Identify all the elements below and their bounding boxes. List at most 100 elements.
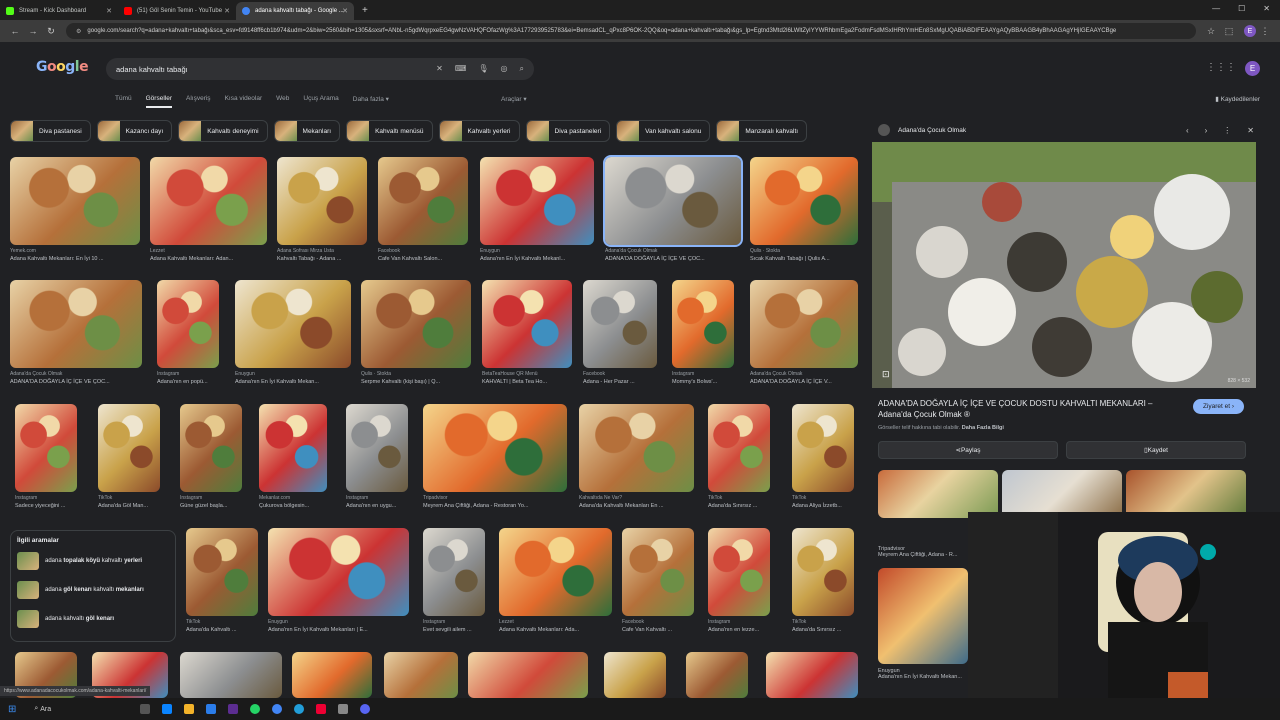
task-view-icon[interactable]	[140, 704, 151, 714]
result-image[interactable]	[792, 528, 854, 616]
extensions-icon[interactable]: ⬚	[1220, 26, 1238, 37]
related-search-item[interactable]: adana topalak köyü kahvaltı yerleri	[17, 552, 169, 570]
chip[interactable]: Van kahvaltı salonu	[616, 120, 711, 142]
result-image[interactable]	[622, 528, 694, 616]
result-caption[interactable]: Instagram Evet sevgili ailem ...	[423, 619, 503, 633]
tab-shopping[interactable]: Alışveriş	[186, 95, 211, 108]
result-caption[interactable]: Adana'da Çocuk Olmak ADANA'DA DOĞAYLA İÇ …	[605, 248, 741, 262]
result-image[interactable]	[750, 157, 858, 245]
similar-caption[interactable]: Tripadvisor Meyrem Ana Çiftliği, Adana - …	[878, 546, 957, 558]
result-image[interactable]	[10, 157, 140, 245]
account-avatar[interactable]: E	[1245, 61, 1260, 76]
url-field[interactable]: ⚙ google.com/search?q=adana+kahvaltı+tab…	[66, 23, 1196, 39]
whatsapp-icon[interactable]	[250, 704, 261, 714]
visit-button[interactable]: Ziyaret et ›	[1192, 399, 1244, 414]
browser-tab-kick[interactable]: Stream - Kick Dashboard ✕	[0, 2, 118, 20]
result-image[interactable]	[378, 157, 468, 245]
browser-tab-google[interactable]: adana kahvaltı tabağı - Google ... ✕	[236, 2, 354, 20]
search-input[interactable]: adana kahvaltı tabağı ✕ ⌨ 🎙 ◎ ⌕	[106, 58, 534, 80]
maximize-icon[interactable]: ☐	[1238, 4, 1245, 13]
result-image[interactable]	[423, 404, 567, 492]
result-caption[interactable]: Enuygun Adana'nın En İyi Kahvaltı Mekanl.…	[480, 248, 594, 262]
result-caption[interactable]: Yemek.com Adana Kahvaltı Mekanları: En İy…	[10, 248, 140, 262]
result-image[interactable]	[423, 528, 485, 616]
result-image[interactable]	[235, 280, 351, 368]
close-icon[interactable]: ✕	[1247, 126, 1254, 135]
result-caption[interactable]: BetaTeaHouse QR Menü KAHVALTI | Beta Tea …	[482, 371, 572, 385]
result-caption[interactable]: TikTok Adana'da Sınırsız ...	[708, 495, 788, 509]
discord-icon[interactable]	[360, 704, 371, 714]
minimize-icon[interactable]: —	[1212, 4, 1220, 13]
panel-source[interactable]: Adana'da Çocuk Olmak	[898, 127, 966, 134]
share-button[interactable]: ⋖ Paylaş	[878, 441, 1058, 459]
result-image[interactable]	[10, 280, 142, 368]
result-image[interactable]	[180, 652, 282, 698]
result-image[interactable]	[180, 404, 242, 492]
result-image[interactable]	[708, 404, 770, 492]
close-icon[interactable]: ✕	[342, 7, 348, 15]
related-search-item[interactable]: adana göl kenarı kahvaltı mekanları	[17, 581, 169, 599]
store-icon[interactable]	[206, 704, 217, 714]
close-icon[interactable]: ✕	[106, 7, 112, 15]
menu-icon[interactable]: ⋮	[1256, 26, 1274, 37]
save-button[interactable]: ▯ Kaydet	[1066, 441, 1246, 459]
browser-tab-youtube[interactable]: (51) Göl Senin Temin - YouTube ✕	[118, 2, 236, 20]
result-caption[interactable]: Qulis · Stokta Serpme Kahvaltı (kişi başı…	[361, 371, 471, 385]
google-logo[interactable]: Google	[36, 59, 89, 75]
similar-image[interactable]	[1002, 470, 1122, 518]
chip[interactable]: Kahvaltı yerleri	[438, 120, 520, 142]
result-image[interactable]	[15, 404, 77, 492]
back-icon[interactable]: ←	[6, 26, 24, 36]
tab-more[interactable]: Daha fazla ▾	[353, 95, 389, 108]
result-caption[interactable]: Instagram Mommy's Bolws'...	[672, 371, 752, 385]
result-image[interactable]	[686, 652, 748, 698]
result-caption[interactable]: TikTok Adana'da Sınırsız ...	[792, 619, 872, 633]
result-caption[interactable]: TikTok Adana'da Göl Man...	[98, 495, 178, 509]
result-caption[interactable]: Facebook Adana - Her Pazar ...	[583, 371, 663, 385]
result-image[interactable]	[792, 404, 854, 492]
taskbar-search[interactable]: ⌕ Ara	[34, 705, 134, 713]
file-explorer-icon[interactable]	[184, 704, 195, 714]
result-caption[interactable]: Instagram Sadece yiyeceğini ...	[15, 495, 95, 509]
close-icon[interactable]: ✕	[224, 7, 230, 15]
result-caption[interactable]: Instagram Adana'nın en lezze...	[708, 619, 788, 633]
site-info-icon[interactable]: ⚙	[76, 28, 81, 35]
browser-profile-avatar[interactable]: E	[1244, 25, 1256, 37]
result-caption[interactable]: Enuygun Adana'nın En İyi Kahvaltı Mekanla…	[268, 619, 409, 633]
result-image[interactable]	[346, 404, 408, 492]
result-image[interactable]	[384, 652, 458, 698]
result-image[interactable]	[98, 404, 160, 492]
chip[interactable]: Mekanları	[273, 120, 341, 142]
windows-start-icon[interactable]: ⊞	[8, 704, 16, 715]
result-caption[interactable]: Facebook Cafe Van Kahvaltı ...	[622, 619, 702, 633]
previous-icon[interactable]: ‹	[1186, 126, 1189, 135]
similar-caption[interactable]: Enuygun Adana'nın En İyi Kahvaltı Mekan..…	[878, 668, 962, 680]
more-icon[interactable]: ⋮	[1223, 126, 1231, 135]
result-image[interactable]	[259, 404, 327, 492]
result-caption[interactable]: Facebook Cafe Van Kahvaltı Salon...	[378, 248, 468, 262]
result-caption[interactable]: Adana'da Çocuk Olmak ADANA'DA DOĞAYLA İÇ …	[750, 371, 858, 385]
result-image[interactable]	[499, 528, 612, 616]
new-tab-button[interactable]: +	[362, 5, 368, 16]
result-image[interactable]	[277, 157, 367, 245]
telegram-icon[interactable]	[294, 704, 305, 714]
result-caption[interactable]: Enuygun Adana'nın En İyi Kahvaltı Mekan..…	[235, 371, 351, 385]
chrome-icon[interactable]	[272, 704, 283, 714]
result-image[interactable]	[480, 157, 594, 245]
tab-all[interactable]: Tümü	[115, 95, 132, 108]
similar-image[interactable]	[878, 470, 998, 518]
chip[interactable]: Kazancı dayı	[96, 120, 173, 142]
tab-images[interactable]: Görseller	[145, 95, 172, 108]
result-caption[interactable]: Adana'da Çocuk Olmak ADANA'DA DOĞAYLA İÇ …	[10, 371, 142, 385]
close-window-icon[interactable]: ✕	[1263, 4, 1270, 13]
lens-icon[interactable]: ◎	[501, 64, 508, 74]
result-image[interactable]	[468, 652, 588, 698]
result-image[interactable]	[361, 280, 471, 368]
saved-button[interactable]: ▮ Kaydedilenler	[1215, 95, 1260, 103]
result-image[interactable]	[766, 652, 858, 698]
bookmark-star-icon[interactable]: ☆	[1202, 26, 1220, 37]
result-caption[interactable]: Tripadvisor Meyrem Ana Çiftliği, Adana - …	[423, 495, 567, 509]
result-image[interactable]	[579, 404, 694, 492]
tab-web[interactable]: Web	[276, 95, 289, 108]
result-caption[interactable]: Instagram Adana'nın en popü...	[157, 371, 237, 385]
